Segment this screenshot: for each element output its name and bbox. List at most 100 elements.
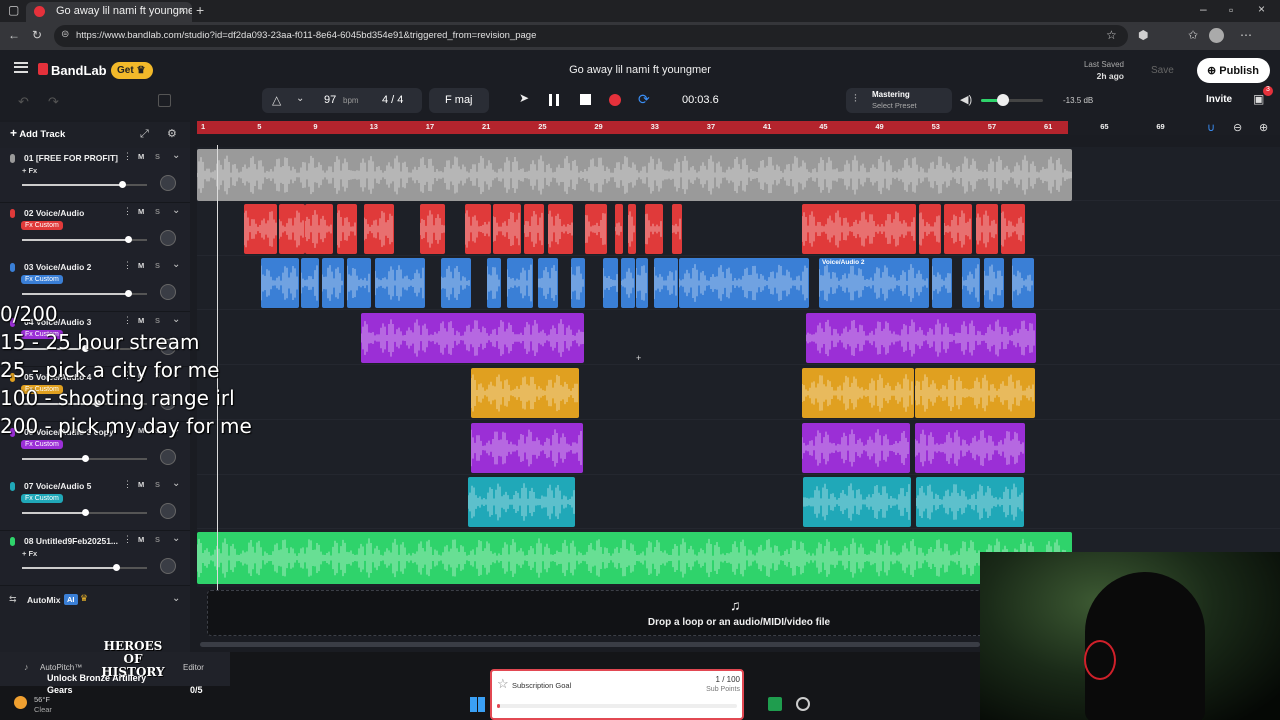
- track-header[interactable]: 02 Voice/Audio Fx Custom ⋮ M S ⌄: [0, 202, 190, 258]
- audio-clip[interactable]: [803, 477, 911, 528]
- speaker-icon[interactable]: ◀): [960, 93, 972, 106]
- mute-button[interactable]: M: [138, 152, 144, 161]
- tab-actions-icon[interactable]: ▢: [8, 4, 19, 16]
- audio-clip[interactable]: [802, 367, 914, 418]
- zoom-out-icon[interactable]: ⊖: [1233, 121, 1242, 134]
- track-lane[interactable]: [197, 475, 1280, 530]
- track-expand-icon[interactable]: ⌄: [172, 478, 180, 489]
- audio-clip[interactable]: [976, 203, 998, 254]
- window-close-icon[interactable]: ×: [1258, 3, 1265, 15]
- undo-icon[interactable]: ↶: [18, 94, 29, 110]
- browser-menu-icon[interactable]: ⋯: [1240, 29, 1252, 41]
- magnet-icon[interactable]: ∪: [1207, 121, 1215, 134]
- track-name[interactable]: 02 Voice/Audio: [24, 208, 120, 218]
- mic-icon[interactable]: [10, 154, 15, 163]
- track-expand-icon[interactable]: ⌄: [172, 259, 180, 270]
- editor-label[interactable]: Editor: [183, 663, 204, 672]
- track-more-icon[interactable]: ⋮: [123, 151, 132, 162]
- volume-knob[interactable]: [125, 235, 133, 243]
- track-lane[interactable]: [197, 311, 1280, 366]
- mic-icon[interactable]: [10, 482, 15, 492]
- metronome-dropdown-icon[interactable]: ⌄: [296, 93, 304, 104]
- audio-clip[interactable]: [261, 258, 299, 309]
- audio-clip[interactable]: [645, 203, 663, 254]
- volume-knob[interactable]: [119, 181, 126, 188]
- audio-clip[interactable]: [636, 258, 648, 309]
- audio-clip[interactable]: Voice/Audio 2: [819, 258, 929, 309]
- audio-clip[interactable]: [375, 258, 425, 309]
- track-name[interactable]: 07 Voice/Audio 5: [24, 481, 120, 491]
- track-header[interactable]: 07 Voice/Audio 5 Fx Custom ⋮ M S ⌄: [0, 476, 190, 532]
- track-name[interactable]: 01 [FREE FOR PROFIT] ...: [24, 153, 120, 163]
- audio-clip[interactable]: [621, 258, 635, 309]
- favorites-icon[interactable]: ✩: [1188, 29, 1198, 41]
- track-lane[interactable]: [197, 202, 1280, 256]
- track-more-icon[interactable]: ⋮: [123, 206, 132, 217]
- audio-clip[interactable]: [487, 258, 501, 309]
- audio-clip[interactable]: [197, 149, 1072, 201]
- pan-knob[interactable]: [160, 557, 176, 574]
- pan-knob[interactable]: [160, 229, 176, 246]
- solo-button[interactable]: S: [155, 480, 160, 489]
- mute-button[interactable]: M: [138, 207, 144, 216]
- solo-button[interactable]: S: [155, 535, 160, 544]
- pan-knob[interactable]: [160, 503, 176, 520]
- track-expand-icon[interactable]: ⌄: [172, 205, 180, 216]
- gift-icon[interactable]: ▣: [1253, 92, 1264, 106]
- audio-clip[interactable]: [279, 203, 305, 254]
- volume-knob[interactable]: [81, 454, 89, 462]
- back-icon[interactable]: ←: [8, 29, 20, 41]
- mute-button[interactable]: M: [138, 535, 144, 544]
- audio-clip[interactable]: [441, 258, 471, 309]
- key-selector[interactable]: F maj: [429, 88, 489, 113]
- start-icon[interactable]: [470, 697, 485, 712]
- audio-clip[interactable]: [420, 203, 445, 254]
- audio-clip[interactable]: [628, 203, 636, 254]
- audio-clip[interactable]: [301, 258, 319, 309]
- excel-icon[interactable]: [768, 697, 782, 711]
- track-settings-icon[interactable]: ⚙: [167, 127, 177, 140]
- audio-clip[interactable]: [679, 258, 809, 309]
- audio-clip[interactable]: [361, 313, 584, 364]
- audio-clip[interactable]: [802, 203, 916, 254]
- track-lane[interactable]: [197, 147, 1280, 201]
- audio-clip[interactable]: [932, 258, 952, 309]
- obs-icon[interactable]: [796, 697, 810, 711]
- volume-knob[interactable]: [112, 563, 120, 571]
- time-signature[interactable]: 4 / 4: [382, 94, 403, 106]
- audio-clip[interactable]: [672, 203, 682, 254]
- audio-clip[interactable]: [919, 203, 941, 254]
- zoom-in-icon[interactable]: ⊕: [1259, 121, 1268, 134]
- fx-badge[interactable]: Fx Custom: [21, 275, 63, 285]
- fx-badge[interactable]: Fx Custom: [21, 220, 63, 230]
- audio-clip[interactable]: [654, 258, 678, 309]
- audio-clip[interactable]: [305, 203, 333, 254]
- audio-clip[interactable]: [585, 203, 607, 254]
- audio-clip[interactable]: [806, 313, 1036, 364]
- audio-clip[interactable]: [548, 203, 573, 254]
- extension-icon[interactable]: ⬢: [1138, 29, 1148, 41]
- audio-clip[interactable]: [197, 531, 1072, 584]
- audio-clip[interactable]: [915, 367, 1035, 418]
- automation-icon[interactable]: ⤢: [140, 128, 149, 141]
- maximize-icon[interactable]: ▫: [1229, 4, 1233, 16]
- project-title[interactable]: Go away lil nami ft youngmer: [540, 64, 740, 76]
- audio-clip[interactable]: [571, 258, 585, 309]
- audio-clip[interactable]: [524, 203, 544, 254]
- mic-icon[interactable]: [10, 263, 15, 273]
- loop-icon[interactable]: ⟳: [638, 91, 650, 108]
- pause-button[interactable]: [549, 94, 559, 106]
- bookmark-star-icon[interactable]: ☆: [1106, 29, 1117, 41]
- solo-button[interactable]: S: [155, 261, 160, 270]
- solo-button[interactable]: S: [155, 207, 160, 216]
- pan-knob[interactable]: [160, 284, 176, 301]
- panel-toggle-icon[interactable]: [158, 94, 171, 107]
- track-name[interactable]: 08 Untitled9Feb20251...: [24, 536, 120, 546]
- track-expand-icon[interactable]: ⌄: [172, 150, 180, 161]
- audio-clip[interactable]: [984, 258, 1004, 309]
- track-name[interactable]: 03 Voice/Audio 2: [24, 262, 120, 272]
- track-expand-icon[interactable]: ⌄: [172, 533, 180, 544]
- profile-avatar[interactable]: [1209, 28, 1224, 43]
- site-info-icon[interactable]: ⊜: [61, 29, 69, 40]
- url-input[interactable]: ⊜ https://www.bandlab.com/studio?id=df2d…: [54, 25, 1128, 47]
